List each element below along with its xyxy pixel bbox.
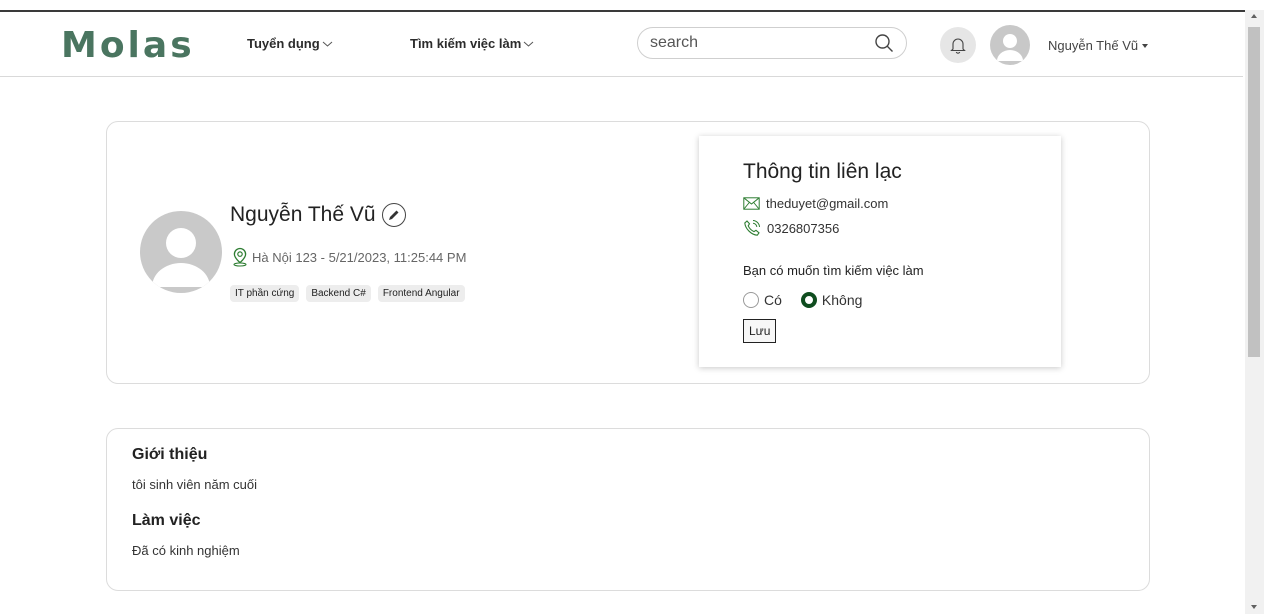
intro-text: tôi sinh viên năm cuối xyxy=(132,477,258,492)
search-icon[interactable] xyxy=(874,33,894,53)
profile-name-row: Nguyễn Thế Vũ xyxy=(230,203,406,227)
contact-title: Thông tin liên lạc xyxy=(743,160,902,183)
skill-tag: Frontend Angular xyxy=(377,285,465,302)
job-search-question: Bạn có muốn tìm kiếm việc làm xyxy=(743,263,924,278)
bell-icon xyxy=(950,38,966,54)
phone-icon xyxy=(744,220,760,236)
nav-recruitment-label: Tuyển dụng xyxy=(247,36,320,51)
nav-job-search[interactable]: Tìm kiếm việc làm xyxy=(410,36,534,51)
scrollbar-thumb[interactable] xyxy=(1248,27,1260,357)
work-title: Làm việc xyxy=(132,512,201,529)
profile-name: Nguyễn Thế Vũ xyxy=(230,203,376,226)
search-input[interactable] xyxy=(648,33,862,53)
chevron-down-icon xyxy=(523,41,534,47)
mail-icon xyxy=(743,197,760,210)
chevron-down-icon xyxy=(322,41,333,47)
save-button[interactable]: Lưu xyxy=(743,319,777,343)
radio-unchecked-icon[interactable] xyxy=(743,292,759,308)
user-avatar-icon xyxy=(152,228,210,287)
work-text: Đã có kinh nghiệm xyxy=(132,543,240,558)
logo[interactable]: Molas xyxy=(61,26,195,66)
skill-tags: IT phần cứng Backend C# Frontend Angular xyxy=(230,285,465,302)
app-header: Molas Tuyển dụng Tìm kiếm việc làm Nguyễ… xyxy=(0,12,1243,77)
profile-location: Hà Nội 123 - 5/21/2023, 11:25:44 PM xyxy=(252,249,467,265)
skill-tag: IT phần cứng xyxy=(230,285,300,302)
search-box xyxy=(637,27,907,59)
contact-info-panel: Thông tin liên lạc theduyet@gmail.com 03… xyxy=(699,136,1061,367)
notification-button[interactable] xyxy=(940,27,976,63)
contact-email-row: theduyet@gmail.com xyxy=(743,196,888,211)
option-yes-label: Có xyxy=(764,292,782,308)
scroll-down-arrow-icon[interactable] xyxy=(1251,605,1257,609)
intro-title: Giới thiệu xyxy=(132,446,208,463)
option-no-label: Không xyxy=(821,292,863,308)
pencil-icon xyxy=(389,210,399,220)
job-search-options: Có Không xyxy=(743,292,862,308)
location-pin-icon xyxy=(233,247,247,267)
contact-phone[interactable]: 0326807356 xyxy=(767,221,839,236)
contact-email[interactable]: theduyet@gmail.com xyxy=(766,196,888,211)
option-yes[interactable]: Có xyxy=(743,292,782,308)
profile-avatar xyxy=(140,211,222,293)
edit-profile-button[interactable] xyxy=(381,203,406,227)
scroll-up-arrow-icon[interactable] xyxy=(1251,14,1257,18)
skill-tag: Backend C# xyxy=(306,285,371,302)
caret-down-icon xyxy=(1142,43,1149,48)
radio-checked-icon[interactable] xyxy=(800,292,817,308)
user-avatar-icon xyxy=(997,34,1023,61)
nav-job-search-label: Tìm kiếm việc làm xyxy=(410,36,522,51)
about-card xyxy=(106,428,1150,591)
option-no[interactable]: Không xyxy=(800,292,863,308)
user-menu[interactable]: Nguyễn Thế Vũ xyxy=(1048,38,1149,53)
profile-location-row: Hà Nội 123 - 5/21/2023, 11:25:44 PM xyxy=(231,247,466,267)
nav-recruitment[interactable]: Tuyển dụng xyxy=(247,36,333,51)
user-menu-name: Nguyễn Thế Vũ xyxy=(1048,38,1139,53)
header-avatar[interactable] xyxy=(990,25,1030,65)
contact-phone-row: 0326807356 xyxy=(743,219,839,237)
